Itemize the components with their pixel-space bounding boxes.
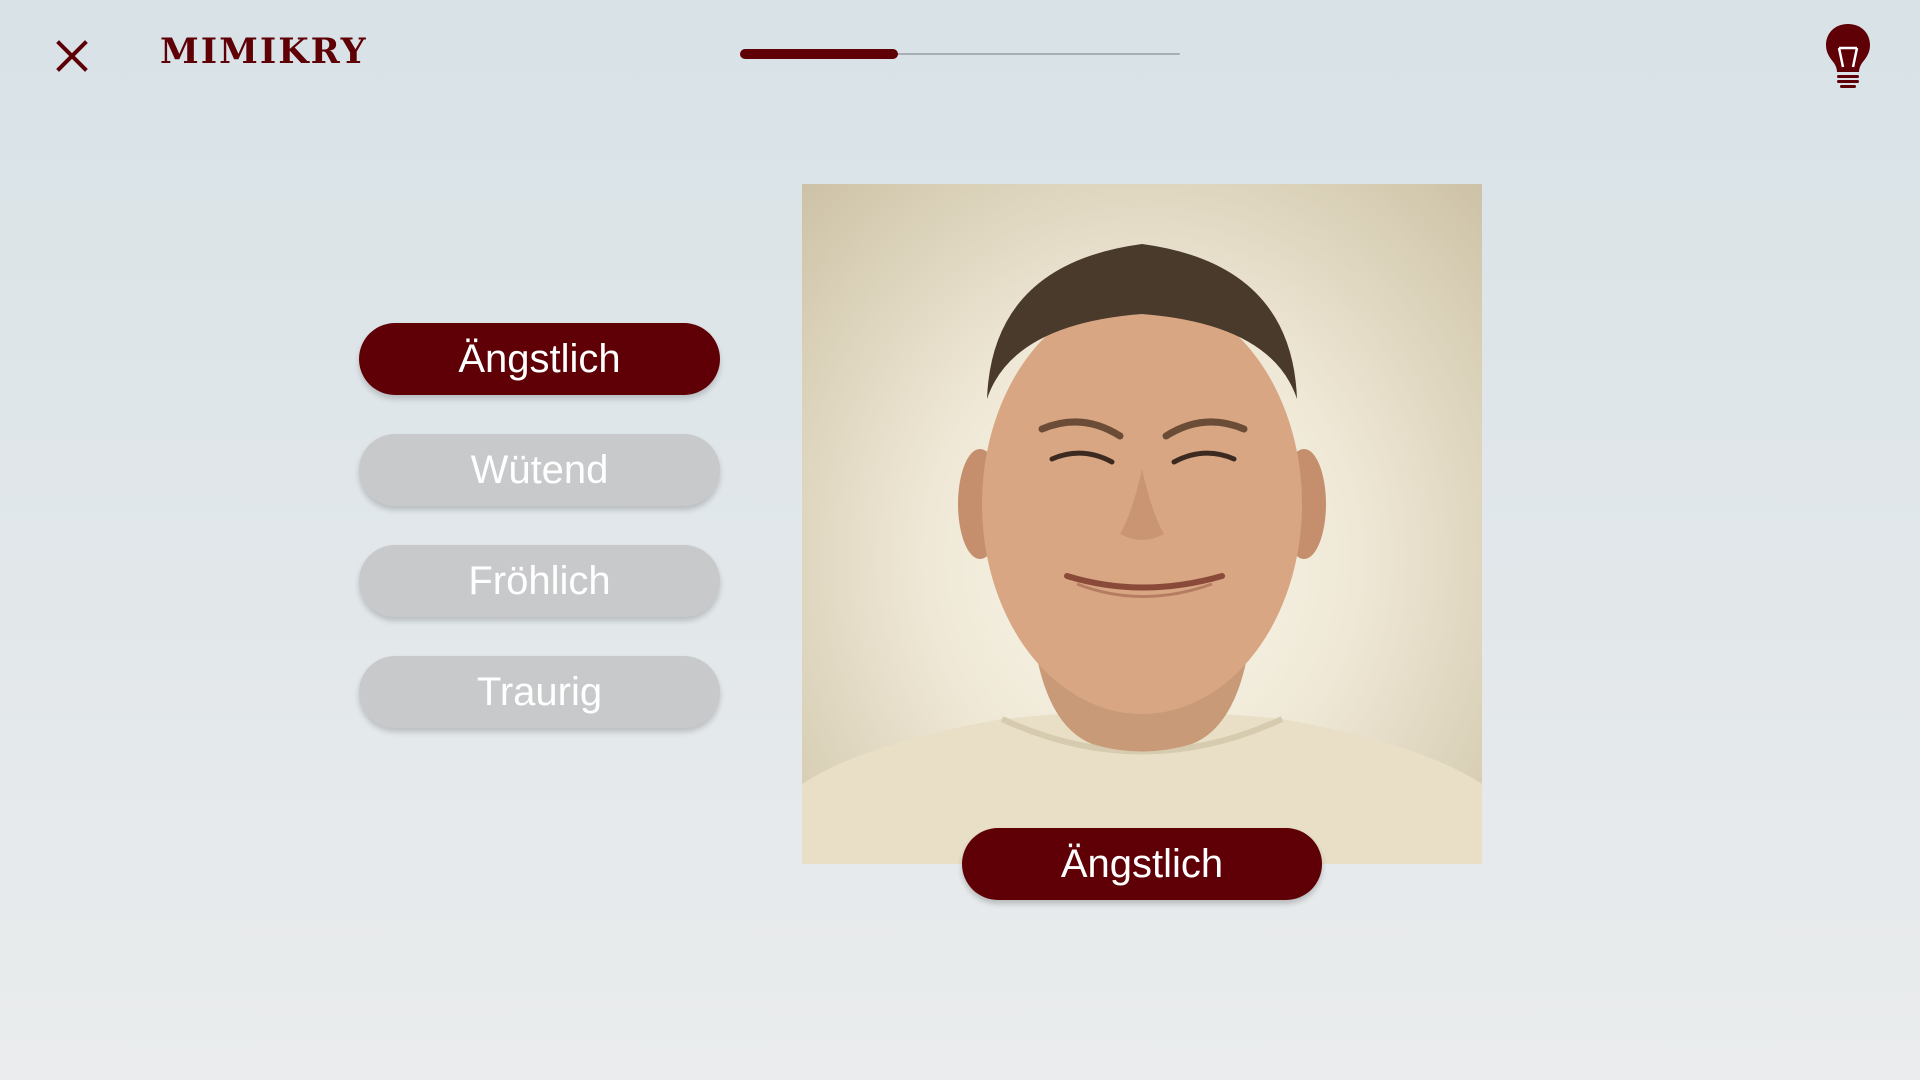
close-icon xyxy=(56,40,88,72)
close-button[interactable] xyxy=(46,30,98,82)
option-button-angstlich[interactable]: Ängstlich xyxy=(359,323,720,395)
answer-label: Ängstlich xyxy=(962,828,1322,900)
progress-bar xyxy=(740,49,1180,59)
progress-fill xyxy=(740,49,899,59)
face-illustration xyxy=(802,244,1482,864)
face-photo xyxy=(802,184,1482,864)
option-button-wutend[interactable]: Wütend xyxy=(359,434,720,506)
option-button-traurig[interactable]: Traurig xyxy=(359,656,720,728)
app-title: MIMIKRY xyxy=(160,31,368,72)
lightbulb-icon xyxy=(1826,24,1870,88)
answer-options: Ängstlich Wütend Fröhlich Traurig xyxy=(359,323,720,767)
hint-button[interactable] xyxy=(1822,22,1874,90)
option-button-frohlich[interactable]: Fröhlich xyxy=(359,545,720,617)
